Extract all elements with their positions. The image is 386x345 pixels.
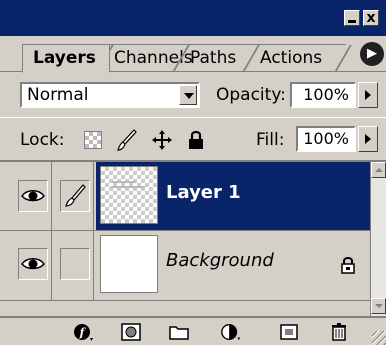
tab-layers-label: Layers [33, 48, 96, 68]
minimize-icon[interactable] [344, 10, 360, 26]
brush-toggle[interactable] [60, 180, 90, 212]
opacity-value: 100% [303, 85, 349, 104]
opacity-field[interactable]: 100% [290, 82, 356, 108]
close-icon[interactable]: x [363, 10, 379, 26]
layer-divider [0, 300, 370, 301]
bottom-toolbar: f [0, 316, 386, 345]
visibility-cell[interactable] [14, 230, 52, 300]
scroll-up-icon[interactable] [371, 162, 386, 178]
close-glyph: x [366, 10, 376, 26]
tab-row: Channels Paths Actions Layers [0, 36, 386, 73]
eye-icon [21, 190, 45, 202]
fill-label: Fill: [256, 130, 285, 150]
lock-transparency-icon[interactable] [84, 131, 102, 149]
visibility-toggle[interactable] [18, 248, 48, 280]
blend-row: Normal Opacity: 100% [0, 72, 386, 118]
menu-arrow-icon: ▶ [367, 46, 377, 61]
adjustment-layer-icon[interactable] [220, 322, 242, 342]
thumbnail-content [111, 181, 151, 188]
layer-mask-icon[interactable] [120, 322, 142, 342]
blend-mode-value: Normal [27, 85, 89, 105]
visibility-toggle[interactable] [18, 180, 48, 212]
layer-thumbnail[interactable] [100, 166, 158, 224]
brush-toggle[interactable] [60, 248, 90, 280]
panel-menu-button[interactable]: ▶ [360, 42, 384, 66]
layers-scrollbar[interactable] [370, 162, 386, 316]
opacity-slider-button[interactable] [358, 82, 378, 108]
blend-mode-select[interactable]: Normal [20, 82, 200, 108]
lock-icon [341, 257, 355, 274]
panel-titlebar: x [0, 0, 386, 36]
eye-icon [21, 258, 45, 270]
new-layer-icon[interactable] [278, 322, 300, 342]
fill-field[interactable]: 100% [296, 126, 356, 152]
opacity-label: Opacity: [216, 85, 286, 105]
layer-name[interactable]: Layer 1 [166, 182, 241, 203]
fill-value: 100% [303, 129, 349, 148]
lock-label: Lock: [20, 130, 65, 150]
layer-style-icon[interactable]: f [72, 322, 94, 342]
lock-move-icon[interactable] [150, 128, 174, 152]
delete-layer-icon[interactable] [328, 322, 350, 342]
visibility-cell[interactable] [14, 162, 52, 230]
scroll-down-icon[interactable] [371, 298, 386, 314]
layer-thumbnail[interactable] [100, 235, 158, 293]
chevron-down-icon[interactable] [179, 85, 197, 105]
tab-actions-label: Actions [260, 48, 323, 68]
tab-actions[interactable]: Actions [250, 44, 346, 72]
tab-layers[interactable]: Layers [22, 44, 110, 73]
link-cell[interactable] [56, 230, 94, 300]
new-group-icon[interactable] [168, 322, 190, 342]
lock-paint-icon[interactable] [116, 128, 138, 152]
tab-paths-label: Paths [190, 48, 237, 68]
resize-grip-icon[interactable] [372, 331, 386, 345]
fill-slider-button[interactable] [358, 126, 378, 152]
layer-row-layer-1[interactable]: Layer 1 [0, 162, 370, 230]
lock-row: Lock: Fill: 100% [0, 118, 386, 162]
layer-selection-area[interactable]: Layer 1 [96, 162, 370, 230]
layer-name[interactable]: Background [166, 250, 274, 271]
link-cell[interactable] [56, 162, 94, 230]
layer-selection-area[interactable]: Background [96, 230, 370, 300]
lock-all-icon[interactable] [186, 128, 206, 152]
layer-row-background[interactable]: Background [0, 230, 370, 300]
brush-icon [65, 184, 86, 207]
